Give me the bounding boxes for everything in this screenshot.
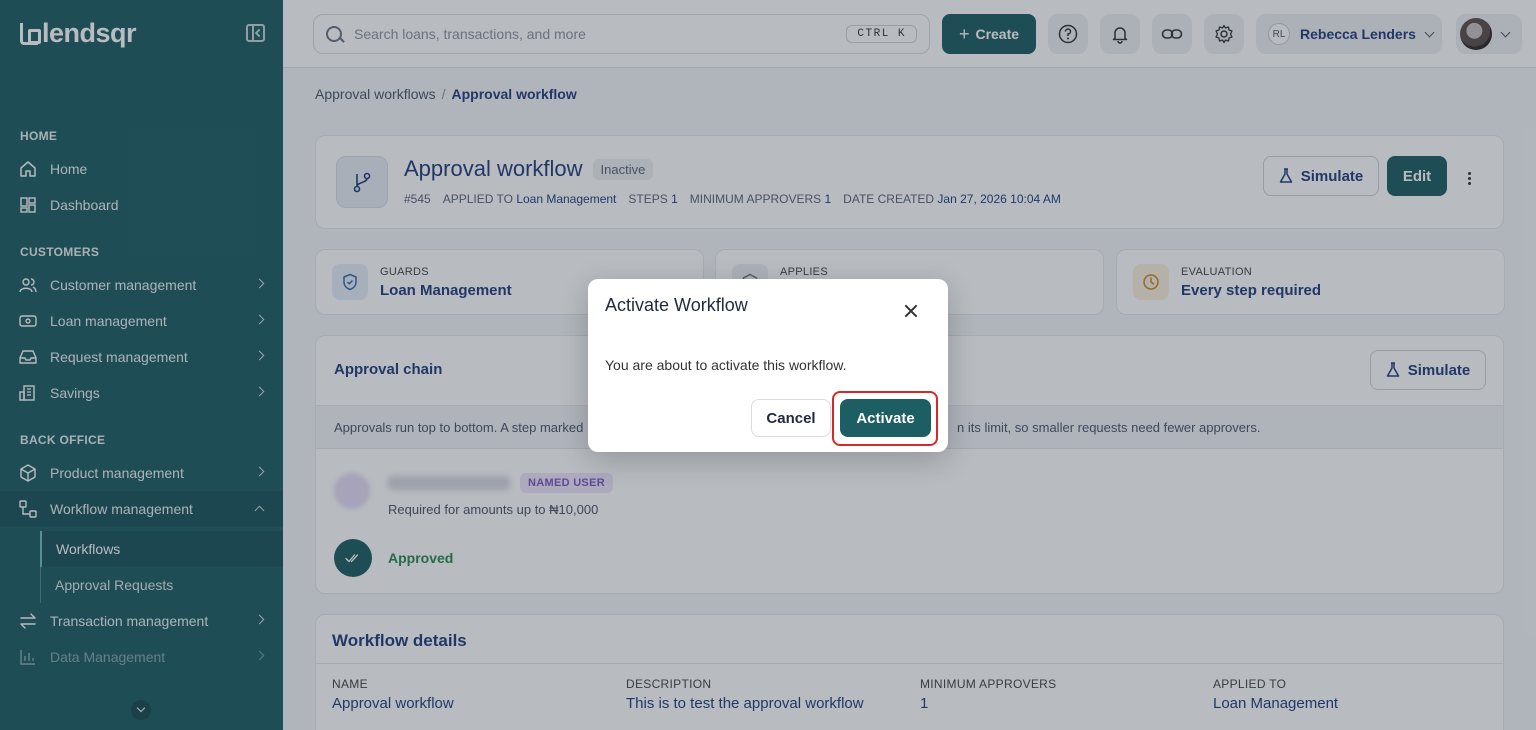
close-icon[interactable] (901, 301, 921, 321)
activate-workflow-dialog: Activate Workflow You are about to activ… (588, 279, 948, 452)
cancel-button[interactable]: Cancel (751, 399, 831, 437)
dialog-message: You are about to activate this workflow. (605, 357, 847, 373)
activate-button[interactable]: Activate (840, 399, 931, 437)
dialog-title: Activate Workflow (605, 295, 748, 315)
